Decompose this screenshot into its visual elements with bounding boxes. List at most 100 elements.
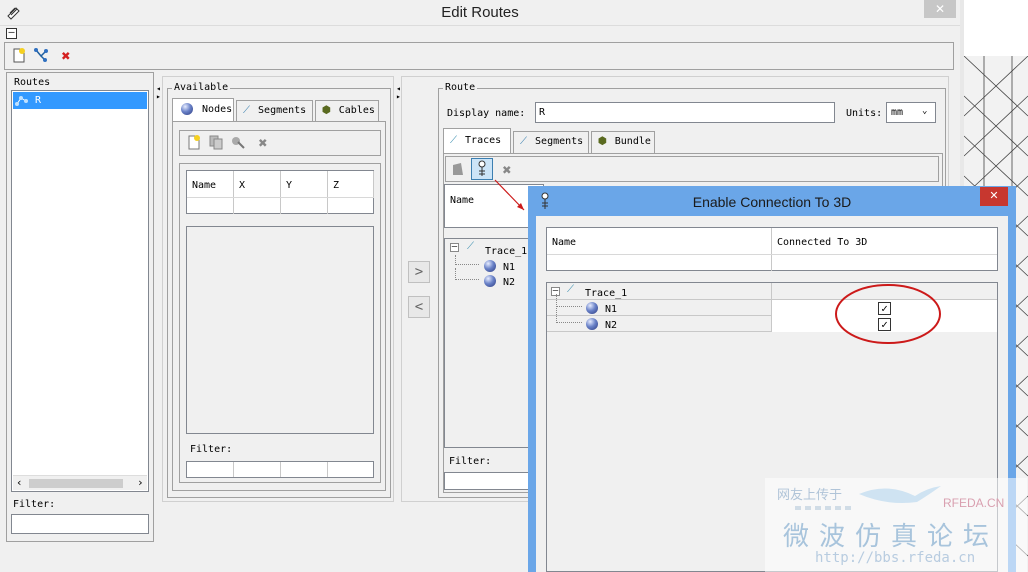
units-label: Units: [846, 108, 883, 119]
nodes-list [186, 226, 374, 434]
copy-icon [209, 135, 223, 150]
nodes-toolbar: ✖ [179, 130, 381, 156]
available-filter-label: Filter: [190, 444, 233, 455]
header-filter-divider [280, 198, 281, 214]
delete-icon: ✖ [61, 47, 71, 65]
header-filter-row [187, 197, 374, 214]
route-network-icon [34, 48, 48, 62]
tree-line [455, 268, 479, 280]
new-node-icon [188, 135, 200, 150]
dialog-title-bar: Enable Connection To 3D ✕ [528, 186, 1016, 216]
dialog-col-connected[interactable]: Connected To 3D [772, 228, 997, 254]
new-route-button[interactable] [11, 47, 29, 65]
route-filter-label: Filter: [449, 456, 492, 467]
delete-node-button[interactable]: ✖ [254, 134, 272, 152]
trace-tree-icon: ⟋ [467, 241, 474, 252]
node-n2-label: N2 [503, 277, 516, 288]
connect-3d-icon [478, 160, 486, 176]
tab-route-segments[interactable]: ⟋ Segments [513, 131, 589, 153]
col-y[interactable]: Y [281, 171, 328, 197]
cable-icon: ⬢ [322, 105, 331, 116]
dialog-row-node[interactable]: N2 ✓ [547, 308, 997, 332]
col-name[interactable]: Name [187, 171, 234, 197]
new-node-button[interactable] [186, 134, 204, 152]
watermark-url: http://bbs.rfeda.cn [815, 550, 976, 566]
traces-toolbar: ✖ [445, 156, 939, 182]
dialog-row-trace[interactable]: – ⟋ Trace_1 [547, 283, 997, 300]
display-name-value: R [539, 107, 546, 118]
filter-divider [327, 462, 328, 477]
dialog-table-header: Name Connected To 3D [546, 227, 998, 271]
title-bar: Edit Routes ✕ [0, 0, 960, 26]
connected-checkbox-n2[interactable]: ✓ [878, 318, 891, 331]
node-icon [181, 103, 193, 115]
delete-grey-icon: ✖ [258, 134, 268, 152]
tab-segments[interactable]: ⟋ Segments [236, 100, 313, 122]
enable-connection-button[interactable] [471, 158, 493, 180]
window-title: Edit Routes [441, 4, 519, 21]
scroll-left-icon[interactable]: ‹ [16, 476, 23, 489]
route-item[interactable]: R [13, 92, 147, 109]
dialog-trace-label: Trace_1 [585, 288, 628, 299]
display-name-label: Display name: [447, 108, 526, 119]
route-icon [15, 96, 28, 106]
tab-traces-label: Traces [465, 135, 502, 146]
dialog-close-button[interactable]: ✕ [980, 187, 1008, 206]
tab-cables[interactable]: ⬢ Cables [315, 100, 379, 122]
routes-list: R ‹ › [11, 90, 149, 492]
pick-node-button[interactable] [230, 134, 248, 152]
available-filter-inputs[interactable] [186, 461, 374, 478]
delete-trace-icon: ✖ [502, 161, 512, 179]
units-value: mm [891, 107, 904, 118]
tree-line [556, 294, 582, 307]
route-title: Route [443, 82, 478, 93]
connected-checkbox-n1[interactable]: ✓ [878, 302, 891, 315]
dialog-node-n2-label: N2 [605, 320, 618, 331]
dialog-row-node[interactable]: N1 ✓ [547, 294, 997, 316]
collapse-icon[interactable]: – [450, 243, 459, 252]
dialog-node-n1-label: N1 [605, 304, 618, 315]
bundle-icon: ⬢ [598, 136, 607, 147]
nodes-table-header: Name X Y Z [186, 170, 374, 214]
dialog-header-filter-row [547, 254, 997, 271]
window-close-button[interactable]: ✕ [924, 0, 956, 18]
watermark: 网友上传于 RFEDA.CN 微波仿真论坛 http://bbs.rfeda.c… [765, 478, 1027, 572]
node-n2-icon [484, 275, 496, 287]
dialog-node-n1-icon [586, 302, 598, 314]
tab-bundle[interactable]: ⬢ Bundle [591, 131, 655, 153]
segment-icon: ⟋ [243, 105, 250, 116]
route-network-button[interactable] [33, 47, 51, 65]
routes-filter-input[interactable] [11, 514, 149, 534]
units-select[interactable]: mm ⌄ [886, 102, 936, 123]
node-n1-label: N1 [503, 262, 516, 273]
watermark-line1: 网友上传于 [777, 488, 843, 503]
copy-node-button[interactable] [208, 134, 226, 152]
watermark-dots [795, 506, 855, 510]
splitter-left-arrow2-icon[interactable]: ▸ [156, 92, 161, 101]
display-name-input[interactable]: R [535, 102, 835, 123]
tab-traces[interactable]: ⟋ Traces [443, 128, 511, 154]
node-n1-icon [484, 260, 496, 272]
new-route-icon [13, 48, 25, 63]
trace-grey-button[interactable] [450, 161, 468, 179]
col-z[interactable]: Z [328, 171, 374, 197]
tab-route-segments-label: Segments [535, 136, 584, 147]
routes-horizontal-scrollbar[interactable]: ‹ › [13, 475, 147, 490]
watermark-wings-icon [859, 486, 941, 503]
delete-route-button[interactable]: ✖ [57, 47, 75, 65]
route-item-label: R [35, 95, 42, 106]
routes-title: Routes [12, 77, 53, 88]
scroll-right-icon[interactable]: › [137, 476, 144, 489]
dialog-col-name[interactable]: Name [547, 228, 772, 254]
scroll-thumb[interactable] [29, 479, 123, 488]
traces-col-name[interactable]: Name [450, 195, 474, 206]
tab-bundle-label: Bundle [614, 136, 651, 147]
tab-nodes[interactable]: Nodes [172, 98, 234, 122]
route-segment-icon: ⟋ [520, 136, 527, 147]
col-x[interactable]: X [234, 171, 281, 197]
delete-trace-button[interactable]: ✖ [498, 161, 516, 179]
tab-segments-label: Segments [258, 105, 307, 116]
available-title: Available [172, 82, 231, 93]
dialog-title: Enable Connection To 3D [692, 194, 852, 210]
ribbon-collapse-button[interactable]: – [6, 28, 17, 39]
